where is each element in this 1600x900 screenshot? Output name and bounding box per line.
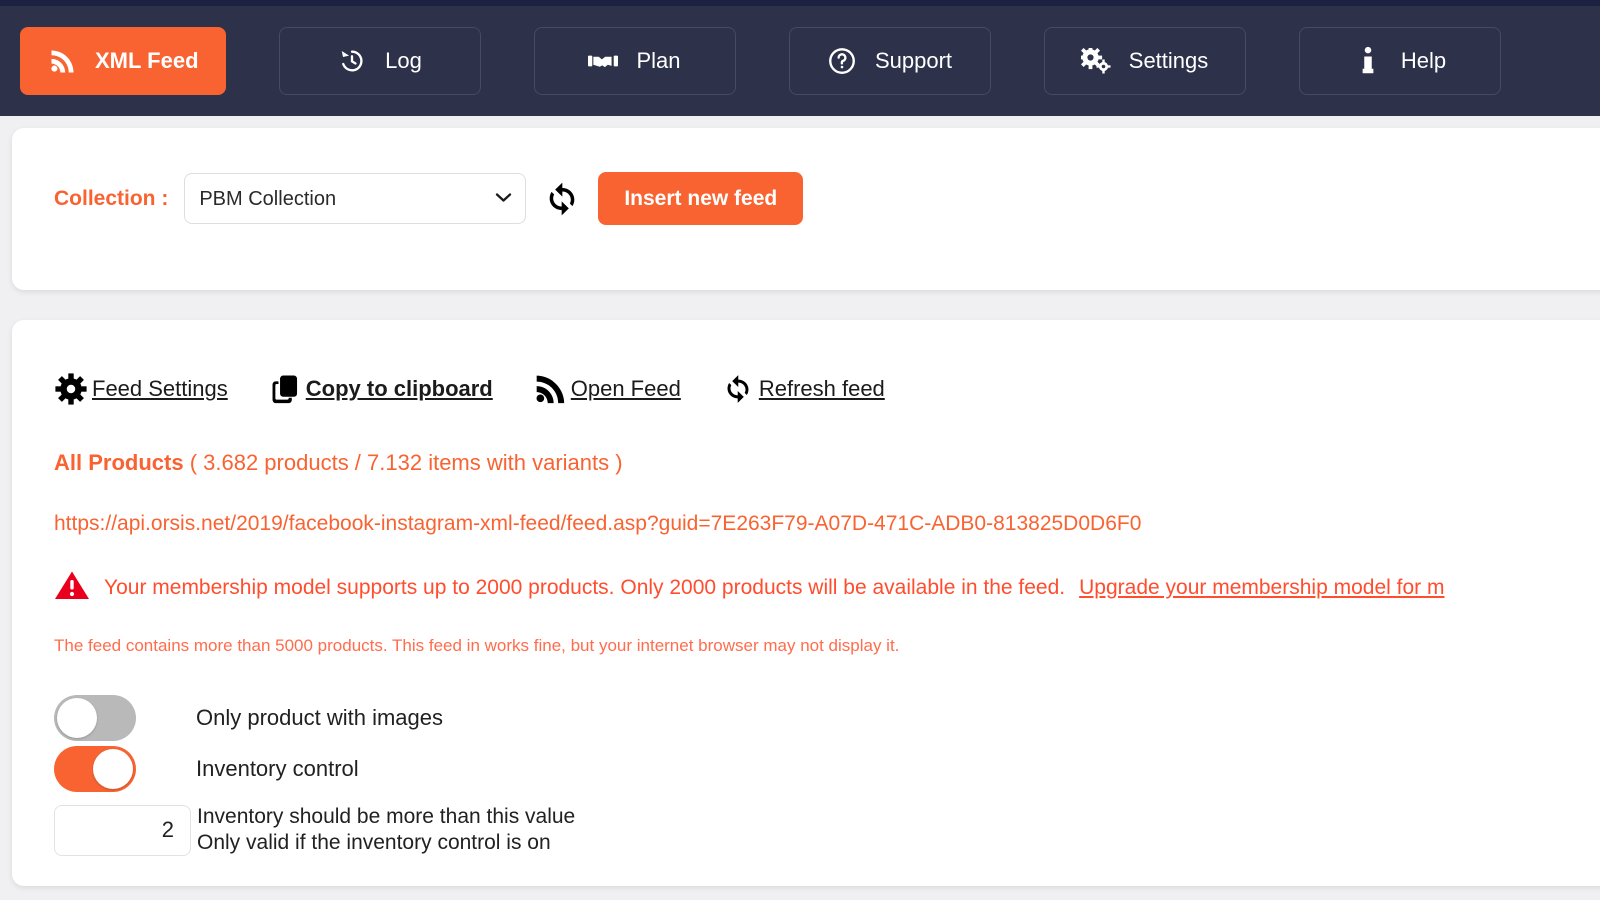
main-navigation-bar: XML Feed Log Plan Support Settings Help	[0, 6, 1600, 116]
nav-label-xml-feed: XML Feed	[95, 48, 199, 73]
nav-item-support[interactable]: Support	[788, 27, 991, 95]
toggle-only-product-with-images[interactable]	[54, 694, 136, 741]
rss-icon	[47, 46, 77, 76]
refresh-feed-label: Refresh feed	[758, 376, 885, 401]
products-counts: ( 3.682 products / 7.132 items with vari…	[189, 450, 623, 475]
nav-label-help: Help	[1400, 48, 1447, 73]
inventory-desc-line-2: Only valid if the inventory control is o…	[197, 831, 551, 855]
nav-label-support: Support	[874, 48, 953, 73]
toggle-row-inventory-control: Inventory control	[54, 743, 1600, 794]
refresh-icon	[721, 372, 755, 406]
insert-new-feed-button[interactable]: Insert new feed	[598, 172, 804, 225]
toggle-inventory-control[interactable]	[54, 745, 136, 792]
gear-icon	[54, 372, 88, 406]
membership-warning-text: Your membership model supports up to 200…	[104, 575, 1066, 599]
toggle-knob	[93, 748, 133, 789]
gears-icon	[1080, 46, 1111, 76]
feed-url-link[interactable]: https://api.orsis.net/2019/facebook-inst…	[54, 512, 1600, 536]
copy-to-clipboard-link[interactable]: Copy to clipboard	[268, 372, 493, 406]
feed-action-links: Feed Settings Copy to clipboard Open Fee…	[54, 372, 1600, 406]
toggle-label-only-product-with-images: Only product with images	[196, 704, 443, 730]
collection-select-wrapper: PBM Collection	[184, 173, 527, 224]
feed-settings-link[interactable]: Feed Settings	[54, 372, 228, 406]
feed-size-note: The feed contains more than 5000 product…	[54, 636, 900, 655]
nav-item-xml-feed[interactable]: XML Feed	[20, 27, 226, 95]
feed-card: Feed Settings Copy to clipboard Open Fee…	[12, 320, 1600, 886]
collection-label: Collection :	[54, 186, 169, 210]
rss-icon	[533, 372, 567, 406]
nav-label-log: Log	[385, 48, 422, 73]
inventory-desc-line-1: Inventory should be more than this value	[197, 805, 576, 828]
inventory-threshold-input[interactable]	[54, 804, 191, 856]
collection-card: Collection : PBM Collection Insert new f…	[12, 128, 1600, 290]
question-circle-icon	[827, 46, 857, 76]
upgrade-membership-link[interactable]: Upgrade your membership model for m	[1079, 576, 1444, 600]
nav-item-plan[interactable]: Plan	[533, 27, 736, 95]
handshake-icon	[588, 46, 619, 76]
collection-row: Collection : PBM Collection Insert new f…	[54, 172, 804, 225]
nav-item-help[interactable]: Help	[1298, 27, 1501, 95]
open-feed-link[interactable]: Open Feed	[533, 372, 681, 406]
info-icon	[1353, 46, 1383, 76]
collection-select[interactable]: PBM Collection	[184, 173, 527, 224]
products-summary: All Products ( 3.682 products / 7.132 it…	[54, 450, 1600, 476]
feed-settings-label: Feed Settings	[92, 376, 228, 401]
history-icon	[337, 46, 367, 76]
nav-item-log[interactable]: Log	[278, 27, 481, 95]
nav-label-plan: Plan	[636, 48, 681, 73]
refresh-feed-link[interactable]: Refresh feed	[721, 372, 885, 406]
membership-warning-row: Your membership model supports up to 200…	[54, 569, 1600, 606]
open-feed-label: Open Feed	[570, 376, 681, 401]
warning-triangle-icon	[54, 569, 90, 606]
toggle-row-only-product-with-images: Only product with images	[54, 692, 1600, 743]
nav-label-settings: Settings	[1128, 48, 1209, 73]
clipboard-icon	[268, 372, 302, 406]
inventory-threshold-row: Inventory should be more than this value…	[54, 804, 1600, 857]
toggle-label-inventory-control: Inventory control	[196, 755, 359, 781]
toggle-knob	[57, 697, 97, 738]
sync-icon[interactable]	[542, 179, 582, 219]
copy-to-clipboard-label: Copy to clipboard	[305, 376, 493, 401]
all-products-title: All Products	[54, 450, 184, 475]
nav-item-settings[interactable]: Settings	[1043, 27, 1246, 95]
feed-toggles: Only product with images Inventory contr…	[54, 692, 1600, 794]
inventory-threshold-description: Inventory should be more than this value…	[197, 804, 575, 857]
